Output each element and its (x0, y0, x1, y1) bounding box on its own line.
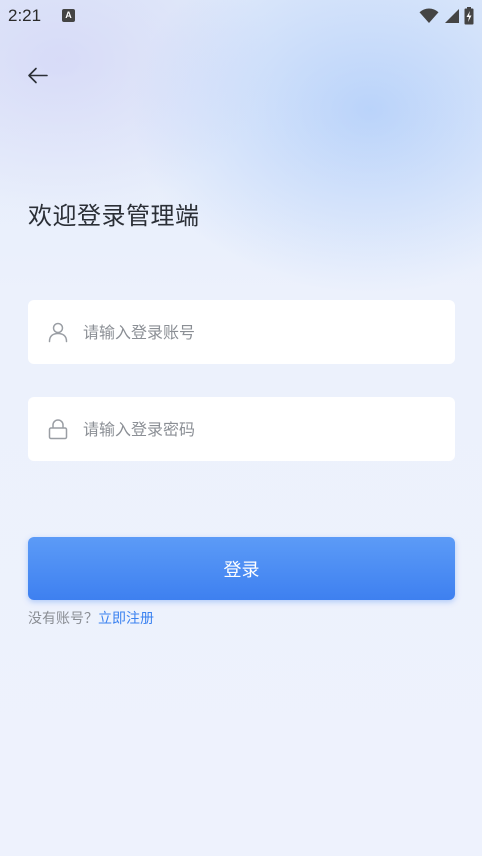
user-icon (48, 322, 68, 343)
account-field[interactable] (28, 300, 455, 364)
arrow-left-icon (28, 67, 48, 84)
lock-icon (48, 419, 68, 440)
wifi-icon (419, 8, 439, 23)
password-input[interactable] (81, 418, 425, 440)
notification-app-icon: A (62, 9, 75, 22)
register-row: 没有账号？立即注册 (28, 609, 154, 629)
register-link[interactable]: 立即注册 (98, 611, 154, 627)
back-button[interactable] (20, 58, 56, 94)
cellular-signal-icon (445, 9, 459, 23)
register-prompt: 没有账号？ (28, 611, 98, 627)
status-bar: 2:21 A (0, 0, 482, 32)
login-button[interactable]: 登录 (28, 537, 455, 600)
account-input[interactable] (81, 321, 425, 343)
page-title: 欢迎登录管理端 (28, 202, 200, 230)
status-indicators (419, 6, 474, 26)
status-time: 2:21 (8, 6, 42, 25)
battery-charging-icon (464, 7, 474, 25)
password-field[interactable] (28, 397, 455, 461)
